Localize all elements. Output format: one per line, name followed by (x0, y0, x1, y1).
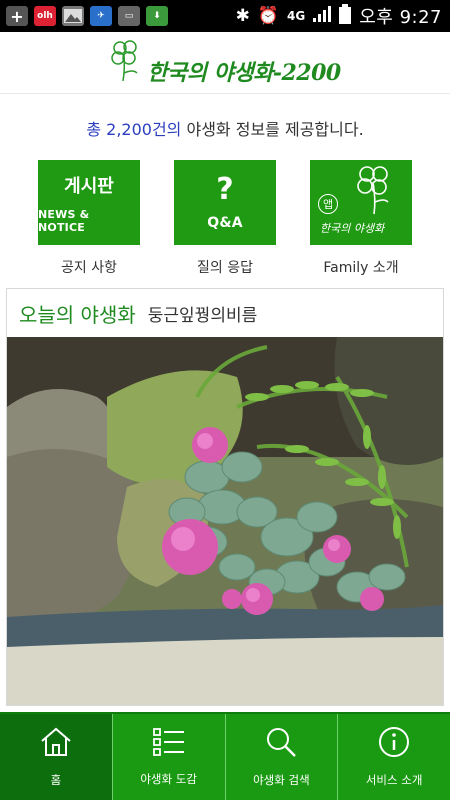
intro-text: 총 2,200건의 야생화 정보를 제공합니다. (0, 116, 450, 140)
list-icon (152, 728, 184, 756)
signal-icon (313, 5, 332, 27)
nav-search[interactable]: 야생화 검색 (224, 714, 338, 800)
quick-links: 게시판 NEWS & NOTICE 공지 사항 ? Q&A 질의 응답 앱 한국… (0, 160, 450, 277)
family-label: Family 소개 (323, 260, 399, 276)
search-icon (267, 728, 297, 757)
olleh-icon: olh (34, 6, 56, 26)
info-icon (379, 727, 410, 757)
notice-box-title: 게시판 (64, 175, 114, 197)
intro-rest: 야생화 정보를 제공합니다. (181, 120, 364, 139)
nav-catalog-label: 야생화 도감 (140, 772, 197, 786)
notice-box[interactable]: 게시판 NEWS & NOTICE (38, 160, 140, 245)
notice-label: 공지 사항 (61, 260, 117, 276)
today-flower-photo[interactable] (7, 337, 443, 705)
battery-icon (339, 3, 352, 29)
add-icon: + (6, 6, 28, 26)
flower-count: 총 2,200건의 (86, 120, 182, 139)
nav-about-label: 서비스 소개 (365, 773, 423, 787)
shuttle-icon: ✈ (90, 6, 112, 26)
status-time: 오후 9:27 (359, 7, 442, 28)
notice-button[interactable]: 게시판 NEWS & NOTICE 공지 사항 (38, 160, 140, 277)
notice-box-sub: NEWS & NOTICE (38, 207, 90, 234)
family-button[interactable]: 앱 한국의 야생화 Family 소개 (310, 160, 412, 277)
nav-home[interactable]: 홈 (0, 714, 112, 800)
battery-card-icon: ▭ (118, 6, 140, 26)
gallery-icon (62, 6, 84, 26)
nav-about[interactable]: 서비스 소개 (337, 714, 450, 800)
qna-box-sub: Q&A (207, 214, 243, 231)
question-mark-icon: ? (216, 171, 234, 207)
home-icon (41, 727, 71, 756)
today-flower-name: 둥근잎꿩의비름 (147, 305, 258, 326)
today-flower-header: 오늘의 야생화 둥근잎꿩의비름 (7, 289, 443, 337)
nav-home-label: 홈 (50, 773, 62, 787)
bluetooth-icon: ✱ (235, 6, 250, 26)
app-header: 한국의 야생화-2200 (0, 32, 450, 94)
today-flower-heading: 오늘의 야생화 (19, 302, 136, 327)
qna-label: 질의 응답 (197, 260, 253, 276)
clover-logo-icon (109, 39, 143, 87)
nav-catalog[interactable]: 야생화 도감 (111, 714, 225, 800)
family-box[interactable]: 앱 한국의 야생화 (310, 160, 412, 245)
family-clover-icon (357, 166, 389, 215)
bottom-nav: 홈 야생화 도감 야생화 검색 서비스 소개 (0, 712, 450, 800)
qna-box[interactable]: ? Q&A (174, 160, 276, 245)
status-bar: + olh ✈ ▭ ⬇ ✱ ⏰ 4G 오후 9:27 (0, 0, 450, 32)
app-title: 한국의 야생화-2200 (147, 59, 341, 86)
family-box-sub: 한국의 야생화 (320, 222, 385, 235)
nav-search-label: 야생화 검색 (253, 773, 310, 787)
network-type: 4G (287, 9, 306, 23)
alarm-icon: ⏰ (257, 6, 280, 26)
family-app-badge: 앱 (318, 194, 338, 214)
qna-button[interactable]: ? Q&A 질의 응답 (174, 160, 276, 277)
download-icon: ⬇ (146, 6, 168, 26)
today-flower-card[interactable]: 오늘의 야생화 둥근잎꿩의비름 (6, 288, 444, 706)
